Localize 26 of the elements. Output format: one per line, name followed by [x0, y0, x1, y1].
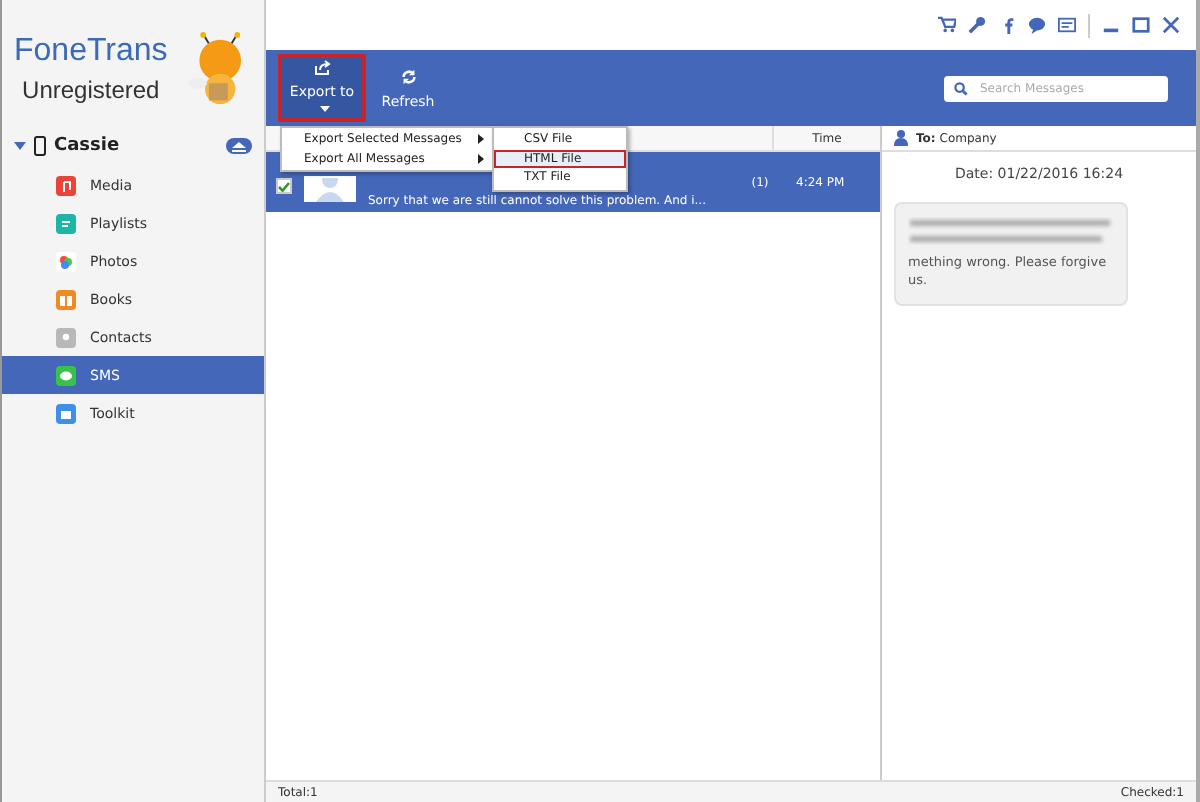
refresh-icon: [399, 67, 417, 85]
maximize-icon[interactable]: [1132, 16, 1150, 34]
sidebar-item-icon: [56, 403, 76, 423]
eject-button[interactable]: [226, 138, 252, 154]
caret-icon: [320, 106, 330, 112]
device-name[interactable]: Cassie: [54, 136, 218, 156]
sidebar-item-icon: [56, 365, 76, 385]
checkbox[interactable]: [276, 178, 292, 194]
sidebar-item-icon: [56, 213, 76, 233]
cart-icon[interactable]: [938, 16, 956, 34]
sidebar-item-icon: [56, 289, 76, 309]
chat-icon[interactable]: [1028, 16, 1046, 34]
sidebar-item-icon: [56, 327, 76, 347]
registration-status: Unregistered: [22, 76, 160, 104]
avatar-icon: [304, 176, 356, 202]
search-icon: [954, 81, 968, 95]
close-icon[interactable]: [1162, 16, 1180, 34]
sidebar-item-icon: [56, 251, 76, 271]
phone-icon: [34, 136, 46, 156]
person-icon: [894, 130, 908, 146]
wrench-icon[interactable]: [968, 16, 986, 34]
separator-icon: [1088, 13, 1090, 37]
share-icon: [313, 60, 331, 76]
expand-caret-icon[interactable]: [14, 140, 26, 152]
sidebar-item-icon: [56, 175, 76, 195]
app-name: FoneTrans: [14, 34, 168, 70]
